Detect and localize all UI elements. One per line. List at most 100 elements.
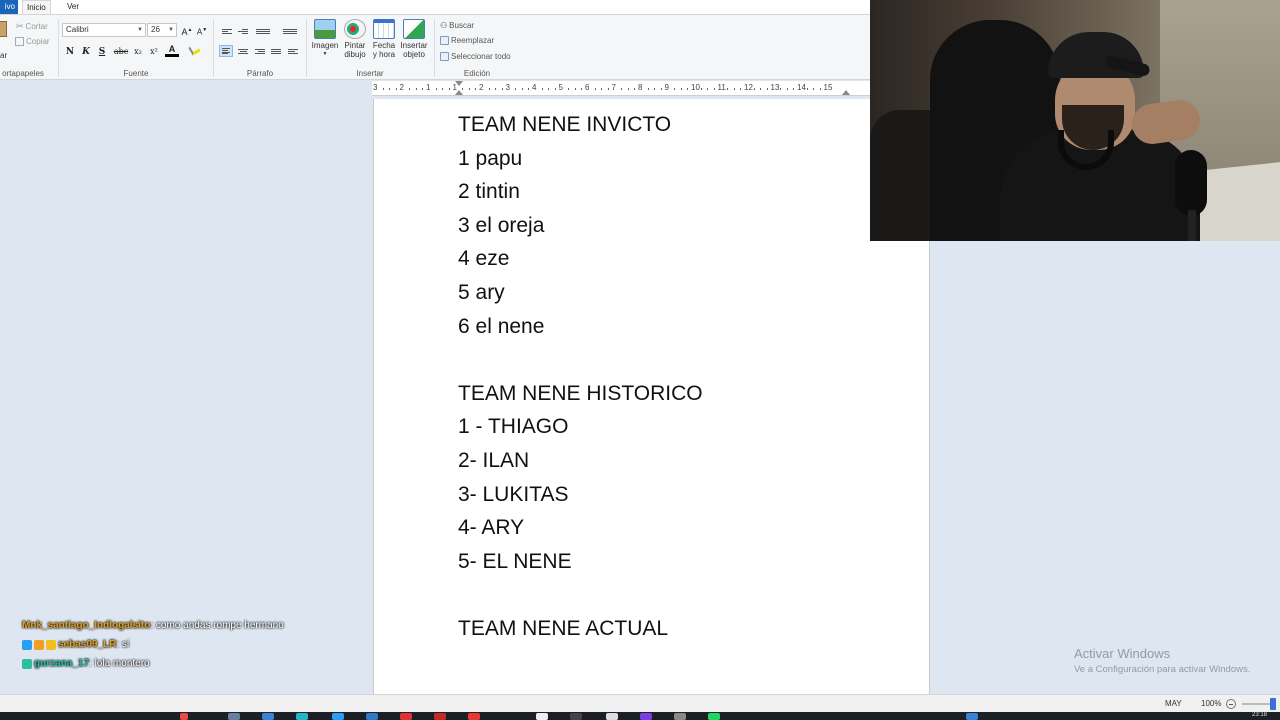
paragraph-icon[interactable]	[286, 45, 300, 57]
strikethrough-button[interactable]: abc	[112, 45, 130, 59]
cut-button[interactable]: ✂ Cortar	[16, 21, 48, 32]
ruler-dot	[541, 88, 543, 90]
font-name-select[interactable]: Calibri ▼	[62, 23, 146, 37]
ruler-dot	[733, 88, 735, 90]
ruler-dot	[462, 88, 464, 90]
font-color-button[interactable]: A	[165, 44, 179, 57]
group-separator	[306, 19, 307, 77]
ruler[interactable]: 3 2 1 1 2 3 4 5 6 7 8 9 10 11 12 13 14 15	[372, 81, 870, 96]
document-line[interactable]: 2 tintin	[458, 178, 703, 212]
taskbar-app-icon[interactable]	[640, 713, 652, 720]
taskbar-app-icon[interactable]	[468, 713, 480, 720]
underline-button[interactable]: S	[95, 45, 109, 59]
taskbar-app-icon[interactable]	[180, 713, 188, 720]
tab-ver[interactable]: Ver	[63, 0, 83, 14]
line-spacing-icon[interactable]	[281, 25, 299, 37]
zoom-level: 100%	[1201, 699, 1222, 708]
clipboard-icon	[0, 21, 7, 37]
taskbar-app-icon[interactable]	[228, 713, 240, 720]
shrink-font-icon[interactable]: A▼	[195, 23, 209, 37]
document-line[interactable]: 4- ARY	[458, 514, 703, 548]
replace-button[interactable]: Reemplazar	[440, 36, 494, 45]
taskbar-app-icon[interactable]	[606, 713, 618, 720]
zoom-out-icon[interactable]	[1226, 699, 1236, 709]
document-line[interactable]	[458, 346, 703, 380]
document-line[interactable]: 4 eze	[458, 245, 703, 279]
document-line[interactable]: TEAM NENE HISTORICO	[458, 380, 703, 414]
highlight-icon[interactable]	[187, 43, 201, 59]
taskbar-app-icon[interactable]	[400, 713, 412, 720]
document-line[interactable]: 5- EL NENE	[458, 548, 703, 582]
ruler-dot	[389, 88, 391, 90]
italic-button[interactable]: K	[79, 45, 93, 59]
document-line[interactable]	[458, 581, 703, 615]
tab-inicio[interactable]: Inicio	[22, 0, 51, 14]
align-left-icon[interactable]	[219, 45, 233, 57]
taskbar-app-icon[interactable]	[536, 713, 548, 720]
document-page[interactable]: TEAM NENE INVICTO 1 papu 2 tintin 3 el orej…	[373, 99, 930, 694]
insert-image-button[interactable]: Imagen ▼	[310, 19, 340, 59]
copy-button[interactable]: Copiar	[15, 37, 50, 46]
ruler-dot	[634, 88, 636, 90]
right-indent-marker[interactable]	[842, 90, 850, 95]
insert-object-button[interactable]: Insertar objeto	[399, 19, 429, 59]
document-line[interactable]: 3 el oreja	[458, 212, 703, 246]
ruler-tick: 15	[823, 83, 833, 92]
chevron-down-icon: ▼	[168, 27, 174, 33]
align-right-icon[interactable]	[253, 45, 267, 57]
activate-windows-watermark: Activar Windows Ve a Configuración para …	[1074, 646, 1250, 675]
font-size-select[interactable]: 26 ▼	[147, 23, 177, 37]
ruler-dot	[627, 88, 629, 90]
stream-chat: Mnk_santiago_Indiogalsito : como andas r…	[22, 616, 284, 673]
document-line[interactable]: 3- LUKITAS	[458, 481, 703, 515]
taskbar-app-icon[interactable]	[570, 713, 582, 720]
copy-label: Copiar	[26, 37, 50, 46]
document-line[interactable]: 2- ILAN	[458, 447, 703, 481]
align-center-icon[interactable]	[236, 45, 250, 57]
document-line[interactable]: 1 - THIAGO	[458, 413, 703, 447]
document-line[interactable]: TEAM NENE INVICTO	[458, 111, 703, 145]
object-label-1: Insertar	[400, 41, 428, 50]
bullets-icon[interactable]	[254, 25, 272, 37]
select-all-button[interactable]: Seleccionar todo	[440, 52, 511, 61]
ruler-dot	[395, 88, 397, 90]
taskbar-app-icon[interactable]	[674, 713, 686, 720]
document-line[interactable]: 5 ary	[458, 279, 703, 313]
justify-icon[interactable]	[269, 45, 283, 57]
taskbar-app-icon[interactable]	[332, 713, 344, 720]
taskbar-app-icon[interactable]	[966, 713, 978, 720]
superscript-button[interactable]: x²	[147, 45, 161, 59]
group-label-parrafo: Párrafo	[246, 69, 274, 78]
ruler-dot	[654, 88, 656, 90]
find-button[interactable]: ⚇ Buscar	[440, 21, 474, 30]
zoom-slider-thumb[interactable]	[1270, 698, 1276, 710]
chat-message: Mnk_santiago_Indiogalsito : como andas r…	[22, 616, 284, 635]
select-all-label: Seleccionar todo	[451, 52, 511, 61]
document-line[interactable]: 6 el nene	[458, 313, 703, 347]
taskbar-app-icon[interactable]	[366, 713, 378, 720]
document-text[interactable]: TEAM NENE INVICTO 1 papu 2 tintin 3 el orej…	[458, 111, 703, 649]
object-label-2: objeto	[403, 50, 425, 59]
taskbar-app-icon[interactable]	[708, 713, 720, 720]
grow-font-icon[interactable]: A▲	[180, 23, 194, 37]
paint-drawing-button[interactable]: Pintar dibujo	[340, 19, 370, 59]
subscript-button[interactable]: x₂	[131, 45, 145, 59]
increase-indent-icon[interactable]	[236, 25, 250, 37]
taskbar-app-icon[interactable]	[434, 713, 446, 720]
chat-message: gurzana_17 : lola montero	[22, 654, 284, 673]
paste-button[interactable]: ar	[0, 21, 8, 60]
ruler-dot	[435, 88, 437, 90]
image-icon	[314, 19, 336, 39]
ruler-tick: 2	[399, 83, 404, 92]
date-time-button[interactable]: Fecha y hora	[369, 19, 399, 59]
tab-archivo[interactable]: ivo	[0, 0, 18, 14]
decrease-indent-icon[interactable]	[220, 25, 234, 37]
taskbar-app-icon[interactable]	[262, 713, 274, 720]
calendar-icon	[373, 19, 395, 39]
taskbar-app-icon[interactable]	[296, 713, 308, 720]
document-line[interactable]: TEAM NENE ACTUAL	[458, 615, 703, 649]
document-line[interactable]: 1 papu	[458, 145, 703, 179]
bold-button[interactable]: N	[63, 45, 77, 59]
ruler-dot	[813, 88, 815, 90]
group-separator	[58, 19, 59, 77]
